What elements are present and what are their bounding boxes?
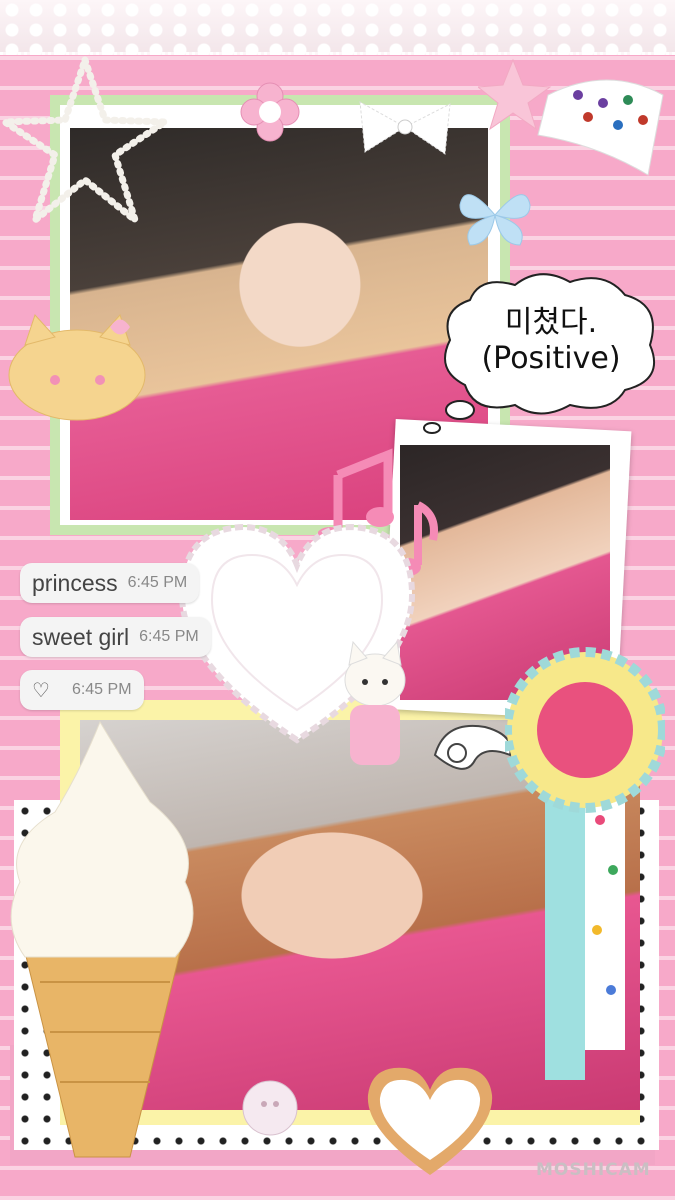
butterfly-button-sticker (459, 194, 531, 246)
rosette-ribbon-sticker (505, 647, 665, 1080)
cat-figurine-sticker (344, 640, 406, 765)
round-button-sticker (242, 1080, 298, 1136)
heart-outline-icon: ♡ (32, 679, 50, 702)
lace-bow-sticker (359, 101, 451, 155)
chat-message-sweet-girl: sweet girl 6:45 PM (20, 617, 211, 657)
soft-serve-ice-cream-sticker (10, 720, 194, 1158)
chat-message-text: sweet girl (32, 623, 130, 650)
kitty-cookie-sticker (8, 314, 146, 421)
watermark: MOSHICAM (536, 1160, 651, 1180)
chat-message-time: 6:45 PM (127, 574, 188, 591)
thought-dots (423, 400, 475, 434)
chat-message-text: princess (32, 569, 118, 596)
lace-trim-top (0, 0, 675, 55)
chat-message-princess: princess 6:45 PM (20, 563, 200, 603)
chat-message-heart: ♡ 6:45 PM (20, 670, 144, 710)
chat-message-time: 6:45 PM (71, 681, 132, 698)
pearl-star-sticker (0, 50, 170, 230)
speech-bubble-line1: 미쳤다. (504, 305, 598, 340)
shooting-star-sticker (478, 58, 664, 176)
chat-message-time: 6:45 PM (139, 628, 199, 645)
speech-bubble-line2: (Positive) (481, 341, 621, 376)
flower-button-sticker (240, 82, 300, 142)
speech-bubble-text: 미쳤다. (Positive) (440, 305, 662, 377)
heart-cookie-sticker (367, 1067, 493, 1175)
